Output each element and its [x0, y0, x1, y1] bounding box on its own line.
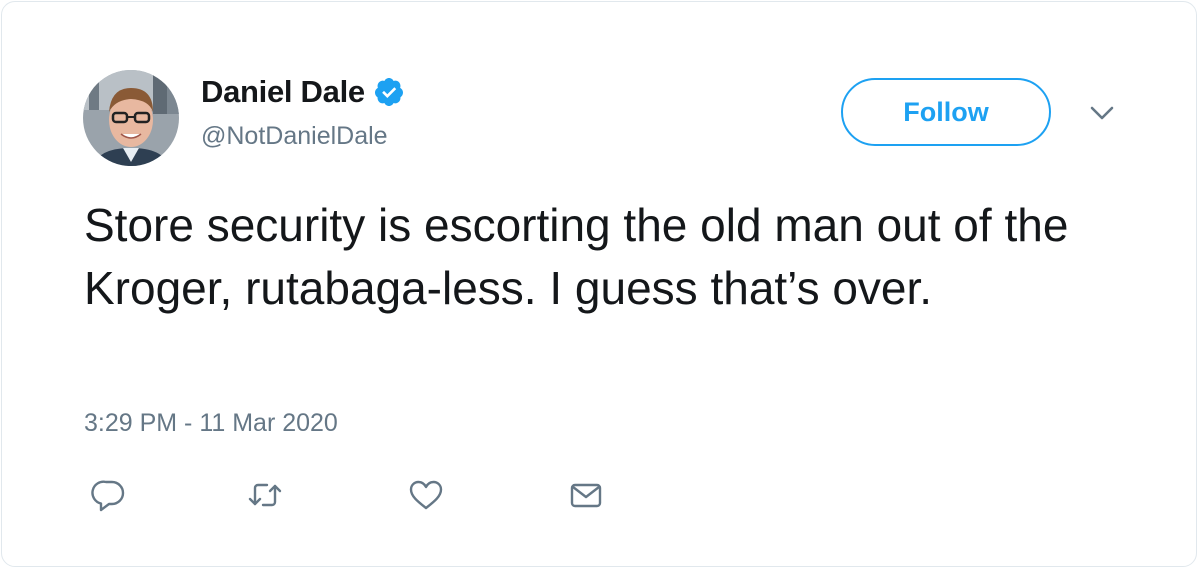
follow-button[interactable]: Follow	[841, 78, 1051, 146]
author-handle[interactable]: @NotDanielDale	[201, 122, 388, 151]
tweet-text: Store security is escorting the old man …	[84, 199, 1069, 314]
reply-icon	[91, 480, 125, 512]
avatar-photo	[83, 70, 179, 166]
like-button[interactable]	[407, 476, 445, 514]
message-icon	[570, 483, 602, 508]
chevron-down-icon[interactable]	[1089, 100, 1115, 126]
tweet-card: Daniel Dale @NotDanielDale Follow Store …	[1, 1, 1197, 567]
reply-button[interactable]	[90, 476, 128, 514]
like-icon	[409, 480, 443, 510]
author-name[interactable]: Daniel Dale	[201, 74, 365, 110]
avatar[interactable]	[83, 70, 179, 166]
retweet-icon	[248, 483, 282, 507]
author-name-row: Daniel Dale	[201, 72, 405, 112]
message-button[interactable]	[567, 476, 605, 514]
verified-badge-icon	[374, 78, 403, 106]
tweet-timestamp[interactable]: 3:29 PM - 11 Mar 2020	[84, 409, 338, 438]
retweet-button[interactable]	[246, 476, 284, 514]
